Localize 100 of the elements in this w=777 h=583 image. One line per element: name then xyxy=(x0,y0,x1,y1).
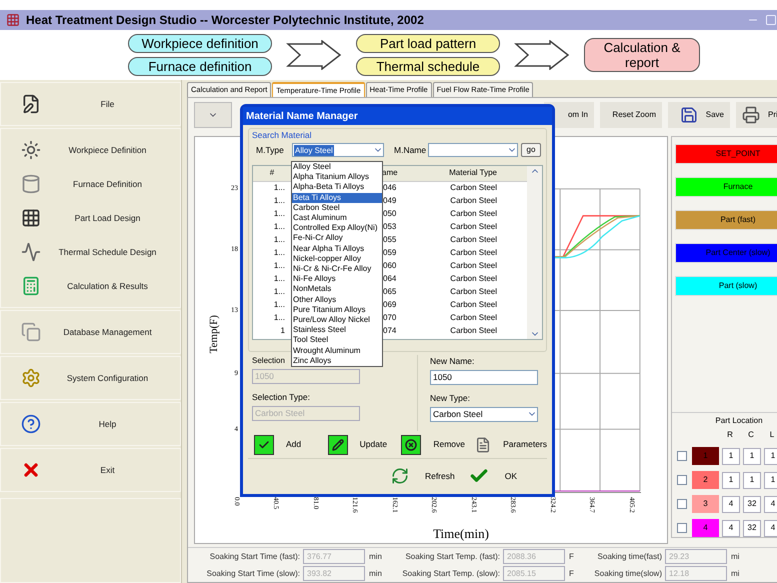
material-name-select[interactable] xyxy=(428,143,518,157)
grid-icon xyxy=(21,208,41,228)
action-button[interactable]: Update xyxy=(328,434,398,454)
checkbox[interactable] xyxy=(677,499,687,509)
dropdown-option[interactable]: Beta Ti Alloys xyxy=(292,192,382,203)
material-type-select[interactable]: Alloy Steel xyxy=(292,143,384,157)
location-input[interactable]: 1 xyxy=(743,472,761,488)
checkbox[interactable] xyxy=(677,475,687,485)
readonly-field: 2085.15 xyxy=(503,566,565,581)
legend-swatch[interactable]: SET_POINT xyxy=(675,144,777,164)
toolbar-button[interactable]: Reset Zoom xyxy=(600,102,662,128)
dialog-title: Material Name Manager xyxy=(246,110,358,124)
type-select[interactable]: Carbon Steel xyxy=(430,406,538,422)
table-cell-text: 074 xyxy=(383,325,398,337)
checkbox[interactable] xyxy=(677,523,687,533)
input-field[interactable]: 1050 xyxy=(430,370,538,385)
location-input[interactable]: 4 xyxy=(722,496,740,512)
refresh-button[interactable]: Refresh xyxy=(390,467,455,485)
location-input[interactable]: 4 xyxy=(764,496,777,512)
sidebar-item[interactable]: Exit xyxy=(1,453,180,487)
dropdown-option[interactable]: Fe-Ni-Cr Alloy xyxy=(292,233,382,244)
table-cell-text: Carbon Steel xyxy=(449,195,498,207)
dropdown-option[interactable]: Alpha-Beta Ti Alloys xyxy=(292,182,382,193)
printer-icon xyxy=(742,106,760,124)
dropdown-option[interactable]: Wrought Aluminum xyxy=(292,346,382,356)
stacked-pages-icon xyxy=(21,322,41,342)
dropdown-option[interactable]: Near Alpha Ti Alloys xyxy=(292,244,382,254)
dropdown-option[interactable]: Alloy Steel xyxy=(292,162,382,172)
workflow-step[interactable]: Furnace definition xyxy=(128,57,272,76)
dropdown-option[interactable]: Pure Titanium Alloys xyxy=(292,304,382,316)
sidebar-item[interactable]: Help xyxy=(1,407,180,441)
location-input[interactable]: 1 xyxy=(764,448,777,464)
sidebar-item[interactable]: Thermal Schedule Design xyxy=(1,235,180,269)
legend-swatch[interactable]: Furnace xyxy=(675,177,777,197)
legend-swatch[interactable]: Part (slow) xyxy=(675,276,777,296)
go-button[interactable]: go xyxy=(521,143,541,157)
sidebar-item[interactable]: Database Management xyxy=(1,315,180,349)
dropdown-option[interactable]: Zinc Alloys xyxy=(292,356,382,366)
ok-button[interactable]: OK xyxy=(468,466,517,486)
sidebar-label: Part Load Design xyxy=(74,212,142,224)
location-input[interactable]: 1 xyxy=(722,472,740,488)
sidebar-item[interactable]: File xyxy=(1,87,180,121)
toolbar-button[interactable]: Pri xyxy=(736,102,777,128)
table-cell-text: 046 xyxy=(383,182,398,194)
table-cell-text: 1... xyxy=(272,247,286,259)
toolbar-button[interactable]: Save xyxy=(668,102,730,128)
sidebar-item[interactable]: Workpiece Definition xyxy=(1,133,180,167)
table-cell-text: Carbon Steel xyxy=(449,299,498,311)
workflow-step[interactable]: Thermal schedule xyxy=(356,57,500,76)
location-input[interactable]: 4 xyxy=(764,520,777,536)
readonly-field: 376.77 xyxy=(303,549,365,564)
workflow-step[interactable]: Workpiece definition xyxy=(128,34,272,53)
checkbox[interactable] xyxy=(677,451,687,461)
sidebar-item[interactable]: Calculation & Results xyxy=(1,269,180,303)
location-input[interactable]: 32 xyxy=(743,496,761,512)
dropdown-option[interactable]: Stainless Steel xyxy=(292,325,382,336)
location-input[interactable]: 1 xyxy=(722,448,740,464)
dropdown-option[interactable]: Pure/Low Alloy Nickel xyxy=(292,315,382,326)
dropdown-option[interactable]: Other Alloys xyxy=(292,294,382,305)
unit-label: F xyxy=(568,550,575,562)
dropdown-option[interactable]: Ni-Cr & Ni-Cr-Fe Alloy xyxy=(292,264,382,274)
workflow-step[interactable]: Calculation & report xyxy=(584,38,700,72)
sidebar-item[interactable]: Furnace Definition xyxy=(1,167,180,201)
maximize-icon[interactable] xyxy=(765,14,777,26)
workflow-step[interactable]: Part load pattern xyxy=(356,34,500,53)
table-cell-text: 1... xyxy=(272,273,286,285)
location-input[interactable]: 32 xyxy=(743,520,761,536)
location-color-cell: 1 xyxy=(692,447,719,465)
dropdown-option[interactable]: Ni-Fe Alloys xyxy=(292,274,382,284)
dropdown-option[interactable]: NonMetals xyxy=(292,284,382,295)
location-color-cell: 2 xyxy=(692,471,719,489)
dropdown-option[interactable]: Carbon Steel xyxy=(292,202,382,214)
sidebar-label: Database Management xyxy=(62,326,153,338)
sidebar-item[interactable]: System Configuration xyxy=(1,361,180,395)
chevron-arrow-icon xyxy=(286,40,342,70)
select-value: Alloy Steel xyxy=(294,144,334,156)
calculator-icon xyxy=(21,276,41,296)
table-cell-text: 1... xyxy=(272,208,286,220)
table-cell-text: Carbon Steel xyxy=(449,247,498,259)
location-input[interactable]: 1 xyxy=(764,472,777,488)
location-input[interactable]: 4 xyxy=(722,520,740,536)
dropdown-option[interactable]: Tool Steel xyxy=(292,335,382,346)
legend-swatch[interactable]: Part (fast) xyxy=(675,210,777,230)
column-header: Material Type xyxy=(448,167,498,179)
sidebar-item[interactable]: Part Load Design xyxy=(1,201,180,235)
unit-label: mi xyxy=(730,550,739,562)
dropdown-option[interactable]: Controlled Exp Alloy(Ni) xyxy=(292,223,382,234)
sidebar-label: Exit xyxy=(99,464,116,476)
sidebar-label: Calculation & Results xyxy=(66,280,149,292)
help-icon xyxy=(21,414,41,434)
location-input[interactable]: 1 xyxy=(743,448,761,464)
action-button[interactable]: Parameters xyxy=(475,434,548,456)
dropdown-option[interactable]: Cast Aluminum xyxy=(292,213,382,224)
field-label: Soaking time(fast) xyxy=(596,550,663,562)
dropdown-option[interactable]: Nickel-copper Alloy xyxy=(292,254,382,264)
group-title: Search Material xyxy=(252,131,313,140)
action-button[interactable]: Add xyxy=(254,434,324,454)
unit-label: min xyxy=(368,550,383,562)
action-button[interactable]: Remove xyxy=(401,434,472,454)
dropdown-option[interactable]: Alpha Titanium Alloys xyxy=(292,172,382,182)
